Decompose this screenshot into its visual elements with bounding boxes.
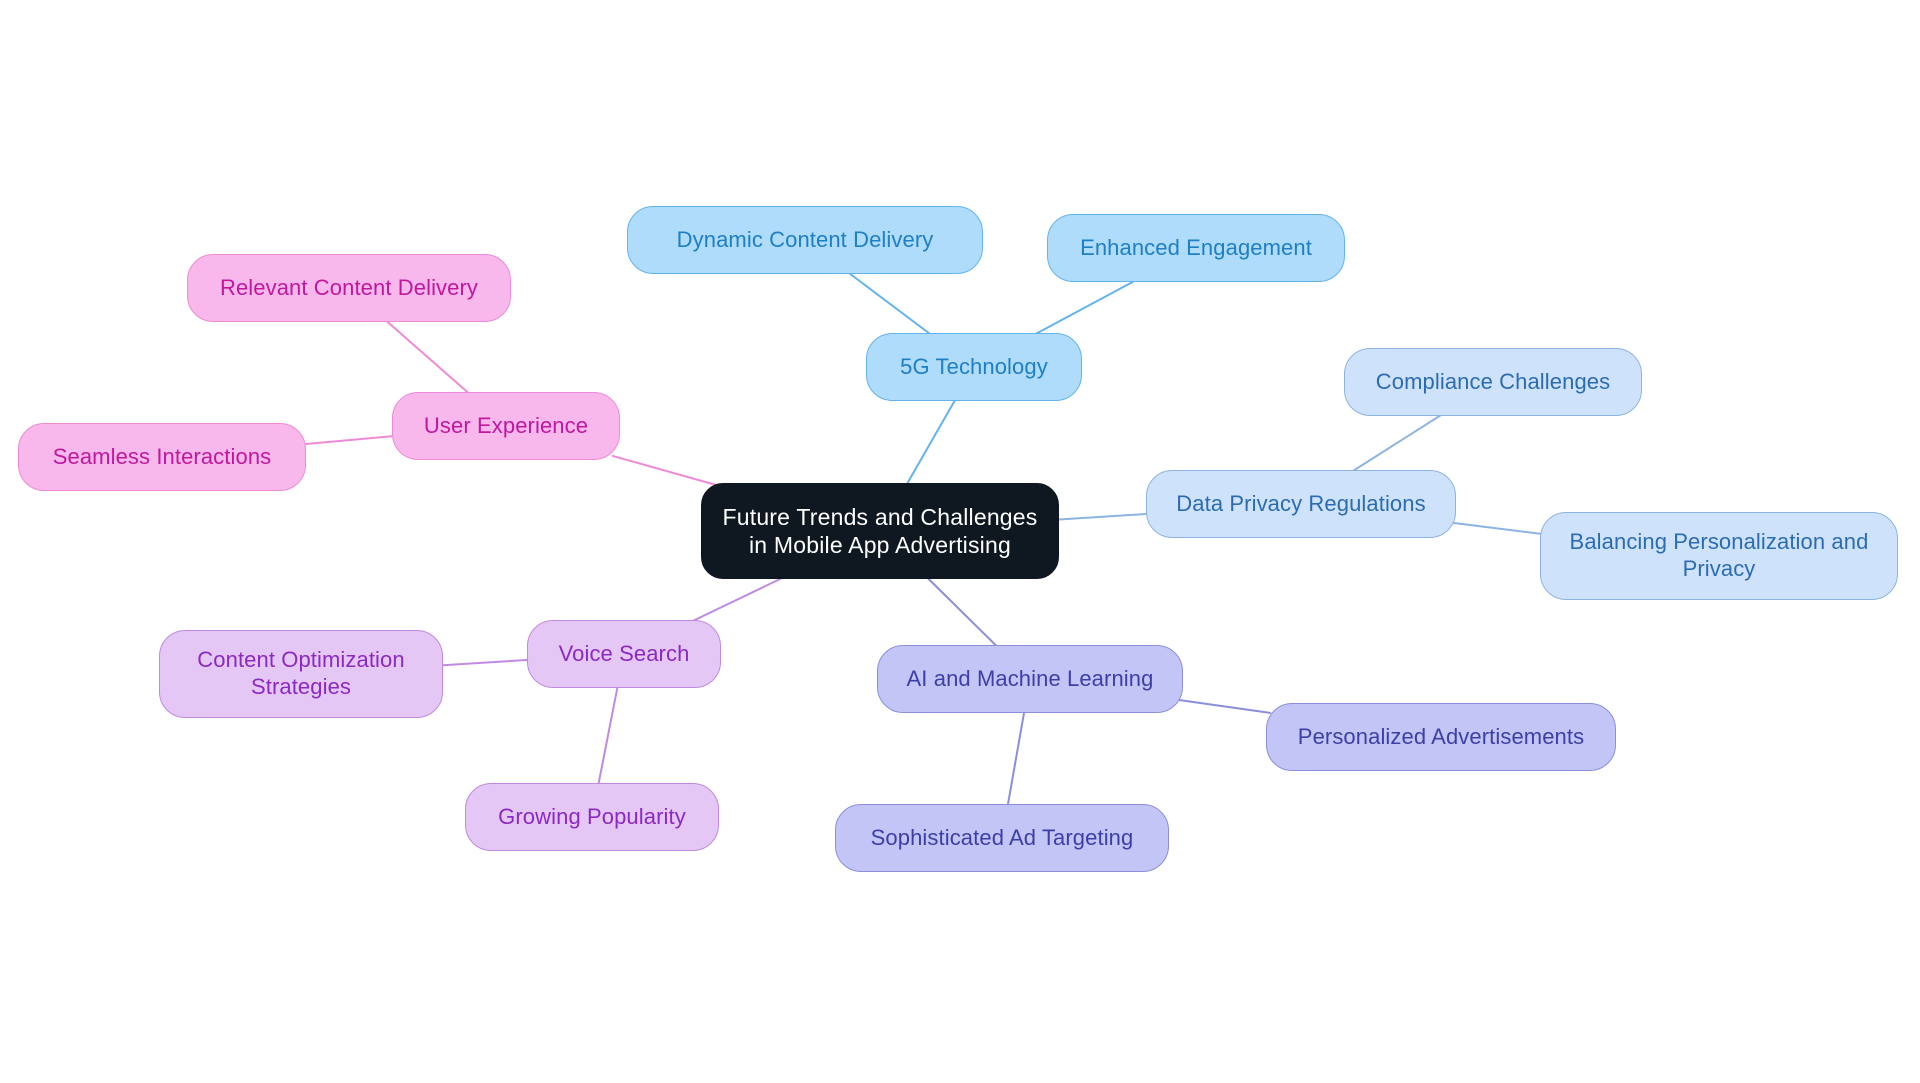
edge	[596, 683, 620, 788]
edge	[382, 317, 473, 397]
mindmap-branch-data-privacy-regulations[interactable]: Data Privacy Regulations	[1146, 470, 1456, 538]
mindmap-leaf-balancing-personalization-and-privacy[interactable]: Balancing Personalization and Privacy	[1540, 512, 1898, 600]
edge	[611, 455, 725, 488]
mindmap-leaf-seamless-interactions[interactable]: Seamless Interactions	[18, 423, 306, 491]
edge	[1178, 699, 1271, 714]
mindmap-leaf-personalized-advertisements[interactable]: Personalized Advertisements	[1266, 703, 1616, 771]
edge	[685, 574, 790, 625]
mindmap-root-node[interactable]: Future Trends and Challenges in Mobile A…	[701, 483, 1059, 579]
mindmap-branch-5g-technology[interactable]: 5G Technology	[866, 333, 1082, 401]
mindmap-leaf-dynamic-content-delivery[interactable]: Dynamic Content Delivery	[627, 206, 983, 274]
mindmap-branch-voice-search[interactable]: Voice Search	[527, 620, 721, 688]
mindmap-canvas: Future Trends and Challenges in Mobile A…	[0, 0, 1920, 1083]
edge	[1347, 411, 1447, 475]
edge	[1006, 708, 1026, 809]
mindmap-leaf-sophisticated-ad-targeting[interactable]: Sophisticated Ad Targeting	[835, 804, 1169, 872]
edge	[1054, 512, 1151, 521]
mindmap-leaf-enhanced-engagement[interactable]: Enhanced Engagement	[1047, 214, 1345, 282]
mindmap-branch-ai-and-machine-learning[interactable]: AI and Machine Learning	[877, 645, 1183, 713]
edge	[904, 396, 958, 488]
edge	[1451, 521, 1545, 536]
edge	[843, 269, 936, 338]
edge	[923, 574, 1001, 650]
mindmap-branch-user-experience[interactable]: User Experience	[392, 392, 620, 460]
edge	[1028, 277, 1142, 338]
edge	[438, 658, 532, 667]
mindmap-leaf-content-optimization-strategies[interactable]: Content Optimization Strategies	[159, 630, 443, 718]
mindmap-leaf-compliance-challenges[interactable]: Compliance Challenges	[1344, 348, 1642, 416]
edge	[301, 434, 397, 446]
mindmap-leaf-growing-popularity[interactable]: Growing Popularity	[465, 783, 719, 851]
mindmap-leaf-relevant-content-delivery[interactable]: Relevant Content Delivery	[187, 254, 511, 322]
